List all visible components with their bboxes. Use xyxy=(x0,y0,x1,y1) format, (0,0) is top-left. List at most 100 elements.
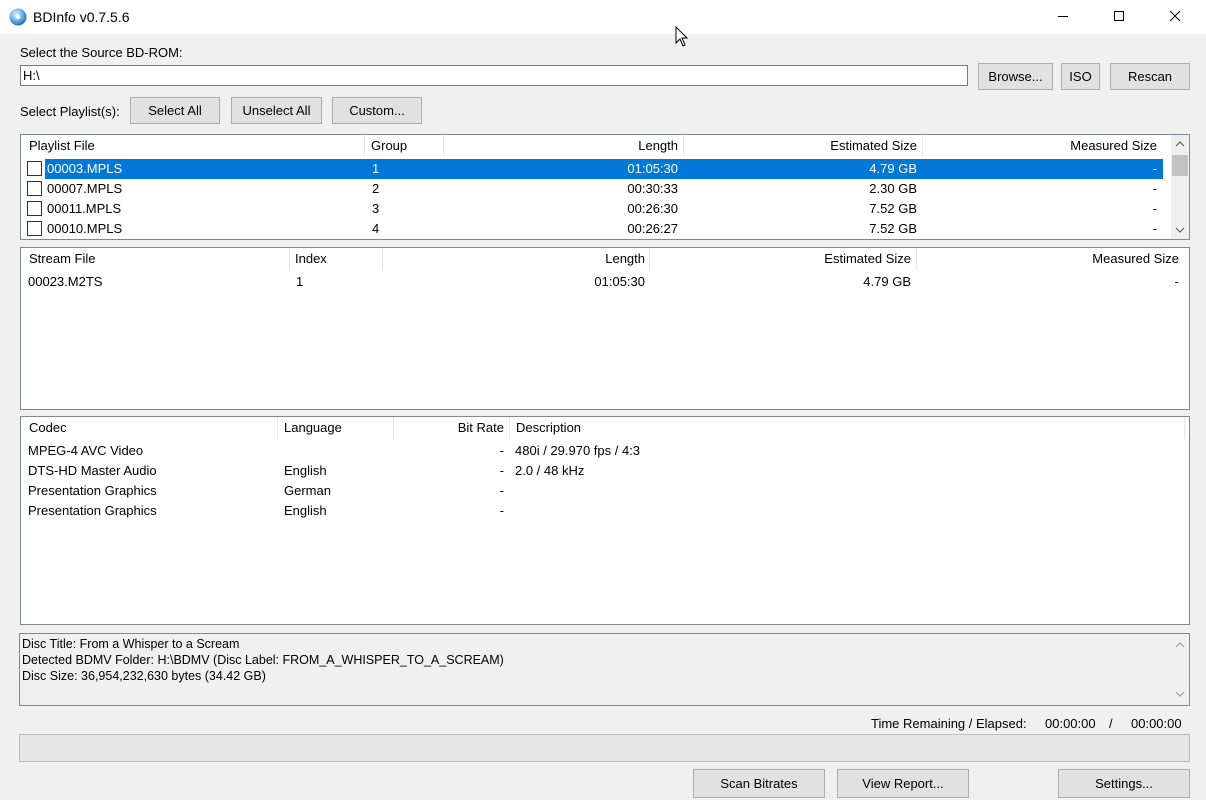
language-cell: English xyxy=(284,503,327,518)
estimated-size-cell: 4.79 GB xyxy=(863,274,911,289)
column-index[interactable]: Index xyxy=(295,248,375,270)
chevron-up-icon xyxy=(1175,642,1185,648)
codec-header: Codec Language Bit Rate Description xyxy=(21,417,1189,439)
playlist-scrollbar[interactable] xyxy=(1171,135,1189,239)
row-checkbox[interactable] xyxy=(27,201,42,216)
playlist-file-cell: 00011.MPLS xyxy=(47,201,122,216)
scroll-down-arrow[interactable] xyxy=(1171,685,1189,703)
language-cell: German xyxy=(284,483,331,498)
time-remaining-value: 00:00:00 xyxy=(1045,716,1096,731)
column-estimated-size[interactable]: Estimated Size xyxy=(653,248,911,270)
column-bit-rate[interactable]: Bit Rate xyxy=(397,417,504,439)
description-cell: 480i / 29.970 fps / 4:3 xyxy=(515,443,641,458)
column-estimated-size[interactable]: Estimated Size xyxy=(691,135,917,157)
table-row[interactable]: 00010.MPLS 4 00:26:27 7.52 GB - xyxy=(21,219,1163,239)
disc-title-line: Disc Title: From a Whisper to a Scream xyxy=(22,637,240,651)
source-path-input[interactable] xyxy=(20,65,968,86)
measured-size-cell: - xyxy=(1152,221,1157,236)
table-row[interactable]: 00003.MPLS 1 01:05:30 4.79 GB - xyxy=(21,159,1163,179)
column-codec[interactable]: Codec xyxy=(29,417,274,439)
stream-header: Stream File Index Length Estimated Size … xyxy=(21,248,1189,270)
scan-bitrates-button[interactable]: Scan Bitrates xyxy=(693,769,825,798)
iso-button[interactable]: ISO xyxy=(1061,63,1100,90)
length-cell: 00:26:30 xyxy=(627,201,678,216)
playlist-list[interactable]: Playlist File Group Length Estimated Siz… xyxy=(20,134,1190,240)
close-button[interactable] xyxy=(1152,0,1198,32)
view-report-button[interactable]: View Report... xyxy=(837,769,969,798)
column-stream-file[interactable]: Stream File xyxy=(29,248,284,270)
chevron-down-icon xyxy=(1175,227,1185,233)
column-measured-size[interactable]: Measured Size xyxy=(926,135,1157,157)
bit-rate-cell: - xyxy=(499,503,504,518)
table-row[interactable]: 00007.MPLS 2 00:30:33 2.30 GB - xyxy=(21,179,1163,199)
length-cell: 00:30:33 xyxy=(627,181,678,196)
estimated-size-cell: 7.52 GB xyxy=(869,221,917,236)
codec-list[interactable]: Codec Language Bit Rate Description MPEG… xyxy=(20,416,1190,625)
table-row[interactable]: Presentation Graphics German - xyxy=(21,481,1189,501)
row-checkbox[interactable] xyxy=(27,181,42,196)
select-all-button[interactable]: Select All xyxy=(130,97,220,124)
column-language[interactable]: Language xyxy=(284,417,389,439)
table-row[interactable]: MPEG-4 AVC Video - 480i / 29.970 fps / 4… xyxy=(21,441,1189,461)
time-remaining-label: Time Remaining / Elapsed: xyxy=(871,716,1027,731)
language-cell xyxy=(284,441,389,461)
settings-button[interactable]: Settings... xyxy=(1058,769,1190,798)
measured-size-cell: - xyxy=(1174,274,1179,289)
custom-button[interactable]: Custom... xyxy=(332,97,422,124)
column-playlist-file[interactable]: Playlist File xyxy=(29,135,359,157)
disc-size-line: Disc Size: 36,954,232,630 bytes (34.42 G… xyxy=(22,669,266,683)
length-cell: 01:05:30 xyxy=(594,274,645,289)
language-cell: English xyxy=(284,463,327,478)
codec-cell: DTS-HD Master Audio xyxy=(28,463,157,478)
unselect-all-button[interactable]: Unselect All xyxy=(231,97,322,124)
table-row[interactable]: DTS-HD Master Audio English - 2.0 / 48 k… xyxy=(21,461,1189,481)
estimated-size-cell: 7.52 GB xyxy=(869,201,917,216)
minimize-button[interactable] xyxy=(1040,0,1086,32)
title-bar: BDInfo v0.7.5.6 xyxy=(0,0,1206,47)
table-row[interactable]: 00011.MPLS 3 00:26:30 7.52 GB - xyxy=(21,199,1163,219)
column-description[interactable]: Description xyxy=(516,417,1166,439)
length-cell: 00:26:27 xyxy=(627,221,678,236)
index-cell: 1 xyxy=(296,274,304,289)
table-row[interactable]: Presentation Graphics English - xyxy=(21,501,1189,521)
group-cell: 2 xyxy=(372,181,380,196)
scroll-up-arrow[interactable] xyxy=(1171,135,1189,153)
disc-icon xyxy=(9,8,27,26)
scroll-down-arrow[interactable] xyxy=(1171,221,1189,239)
table-row[interactable]: 00023.M2TS 1 01:05:30 4.79 GB - xyxy=(21,272,1189,292)
select-playlists-label: Select Playlist(s): xyxy=(20,104,120,119)
time-elapsed-value: 00:00:00 xyxy=(1131,716,1182,731)
group-cell: 4 xyxy=(372,221,380,236)
browse-button[interactable]: Browse... xyxy=(978,63,1053,90)
rescan-button[interactable]: Rescan xyxy=(1110,63,1190,90)
disc-info-textbox[interactable]: Disc Title: From a Whisper to a Scream D… xyxy=(19,633,1190,706)
disc-info-scrollbar[interactable] xyxy=(1171,634,1189,705)
row-checkbox[interactable] xyxy=(27,221,42,236)
playlist-file-cell: 00003.MPLS xyxy=(47,161,123,176)
maximize-button[interactable] xyxy=(1096,0,1142,32)
stream-file-list[interactable]: Stream File Index Length Estimated Size … xyxy=(20,247,1190,410)
row-checkbox[interactable] xyxy=(27,161,42,176)
column-measured-size[interactable]: Measured Size xyxy=(921,248,1179,270)
playlist-header: Playlist File Group Length Estimated Siz… xyxy=(21,135,1189,157)
column-group[interactable]: Group xyxy=(371,135,441,157)
minimize-icon xyxy=(1058,16,1068,17)
stream-file-cell: 00023.M2TS xyxy=(28,274,103,289)
measured-size-cell: - xyxy=(1152,181,1157,196)
group-cell: 1 xyxy=(372,161,380,176)
playlist-file-cell: 00010.MPLS xyxy=(47,221,123,236)
codec-cell: MPEG-4 AVC Video xyxy=(28,443,144,458)
bit-rate-cell: - xyxy=(499,463,504,478)
window-title: BDInfo v0.7.5.6 xyxy=(33,9,130,25)
scroll-up-arrow[interactable] xyxy=(1171,636,1189,654)
column-length[interactable]: Length xyxy=(386,248,645,270)
group-cell: 3 xyxy=(372,201,380,216)
source-label: Select the Source BD-ROM: xyxy=(20,45,183,60)
playlist-file-cell: 00007.MPLS xyxy=(47,181,123,196)
estimated-size-cell: 2.30 GB xyxy=(869,181,917,196)
description-cell: 2.0 / 48 kHz xyxy=(515,463,585,478)
scroll-thumb[interactable] xyxy=(1172,155,1188,176)
mouse-cursor-icon xyxy=(675,26,689,47)
column-length[interactable]: Length xyxy=(451,135,678,157)
bit-rate-cell: - xyxy=(499,443,504,458)
